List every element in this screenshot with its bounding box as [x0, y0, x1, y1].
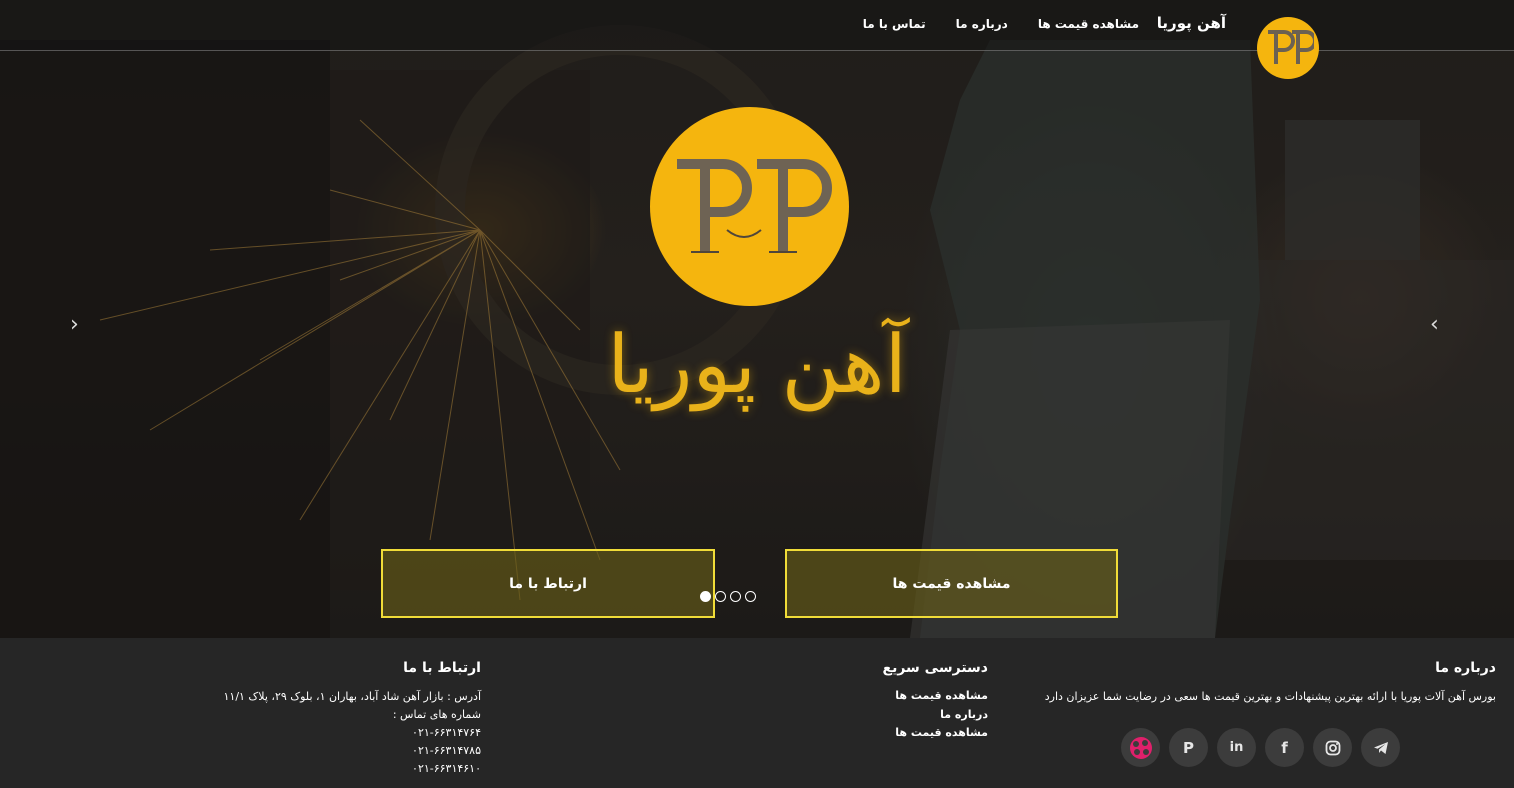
footer-about-text: بورس آهن آلات پوریا با ارائه بهترین پیشن…	[1044, 690, 1496, 703]
footer-link-prices-2[interactable]: مشاهده قیمت ها	[895, 726, 988, 739]
pinterest-icon[interactable]: P	[1169, 728, 1208, 767]
facebook-icon[interactable]: f	[1265, 728, 1304, 767]
footer-quick-heading: دسترسی سریع	[882, 660, 988, 676]
footer-link-about[interactable]: درباره ما	[940, 708, 988, 721]
aparat-icon[interactable]	[1121, 728, 1160, 767]
footer-address: آدرس : بازار آهن شاد آباد، بهاران ۱، بلو…	[223, 690, 482, 703]
nav-logo[interactable]	[1257, 17, 1319, 79]
slider-dot-1[interactable]	[700, 591, 711, 602]
nav-link-prices[interactable]: مشاهده قیمت ها	[1038, 17, 1139, 31]
top-navbar: آهن پوریا مشاهده قیمت ها درباره ما تماس …	[0, 0, 1514, 79]
nav-menu: مشاهده قیمت ها درباره ما تماس با ما	[863, 17, 1139, 31]
nav-link-about[interactable]: درباره ما	[956, 17, 1008, 31]
linkedin-icon[interactable]: in	[1217, 728, 1256, 767]
nav-link-contact[interactable]: تماس با ما	[863, 17, 926, 31]
pp-logo-icon	[1268, 30, 1314, 64]
instagram-icon[interactable]	[1313, 728, 1352, 767]
footer-phone-3: ۰۲۱-۶۶۳۱۴۶۱۰	[412, 762, 481, 775]
contact-us-button[interactable]: ارتباط با ما	[381, 549, 715, 618]
footer-link-prices[interactable]: مشاهده قیمت ها	[895, 689, 988, 702]
hero-title: آهن پوریا	[607, 318, 907, 411]
footer-phone-2: ۰۲۱-۶۶۳۱۴۷۸۵	[412, 744, 481, 757]
slider-dots	[700, 591, 756, 602]
hero-slider: آهن پوریا مشاهده قیمت ها درباره ما تماس …	[0, 0, 1514, 638]
slider-prev-arrow[interactable]: ‹	[70, 312, 79, 337]
social-links: P in f	[1121, 728, 1400, 767]
hero-logo	[650, 107, 849, 306]
telegram-icon[interactable]	[1361, 728, 1400, 767]
pp-logo-large-icon	[676, 158, 832, 253]
slider-dot-2[interactable]	[715, 591, 726, 602]
footer-phones-label: شماره های تماس :	[392, 708, 481, 721]
nav-brand-link[interactable]: آهن پوریا	[1157, 14, 1226, 32]
slider-dot-3[interactable]	[730, 591, 741, 602]
footer-about-heading: درباره ما	[1435, 660, 1496, 676]
view-prices-button[interactable]: مشاهده قیمت ها	[785, 549, 1118, 618]
slider-dot-4[interactable]	[745, 591, 756, 602]
footer-phone-1: ۰۲۱-۶۶۳۱۴۷۶۴	[412, 726, 481, 739]
footer-contact-heading: ارتباط با ما	[403, 660, 481, 676]
slider-next-arrow[interactable]: ›	[1430, 312, 1439, 337]
